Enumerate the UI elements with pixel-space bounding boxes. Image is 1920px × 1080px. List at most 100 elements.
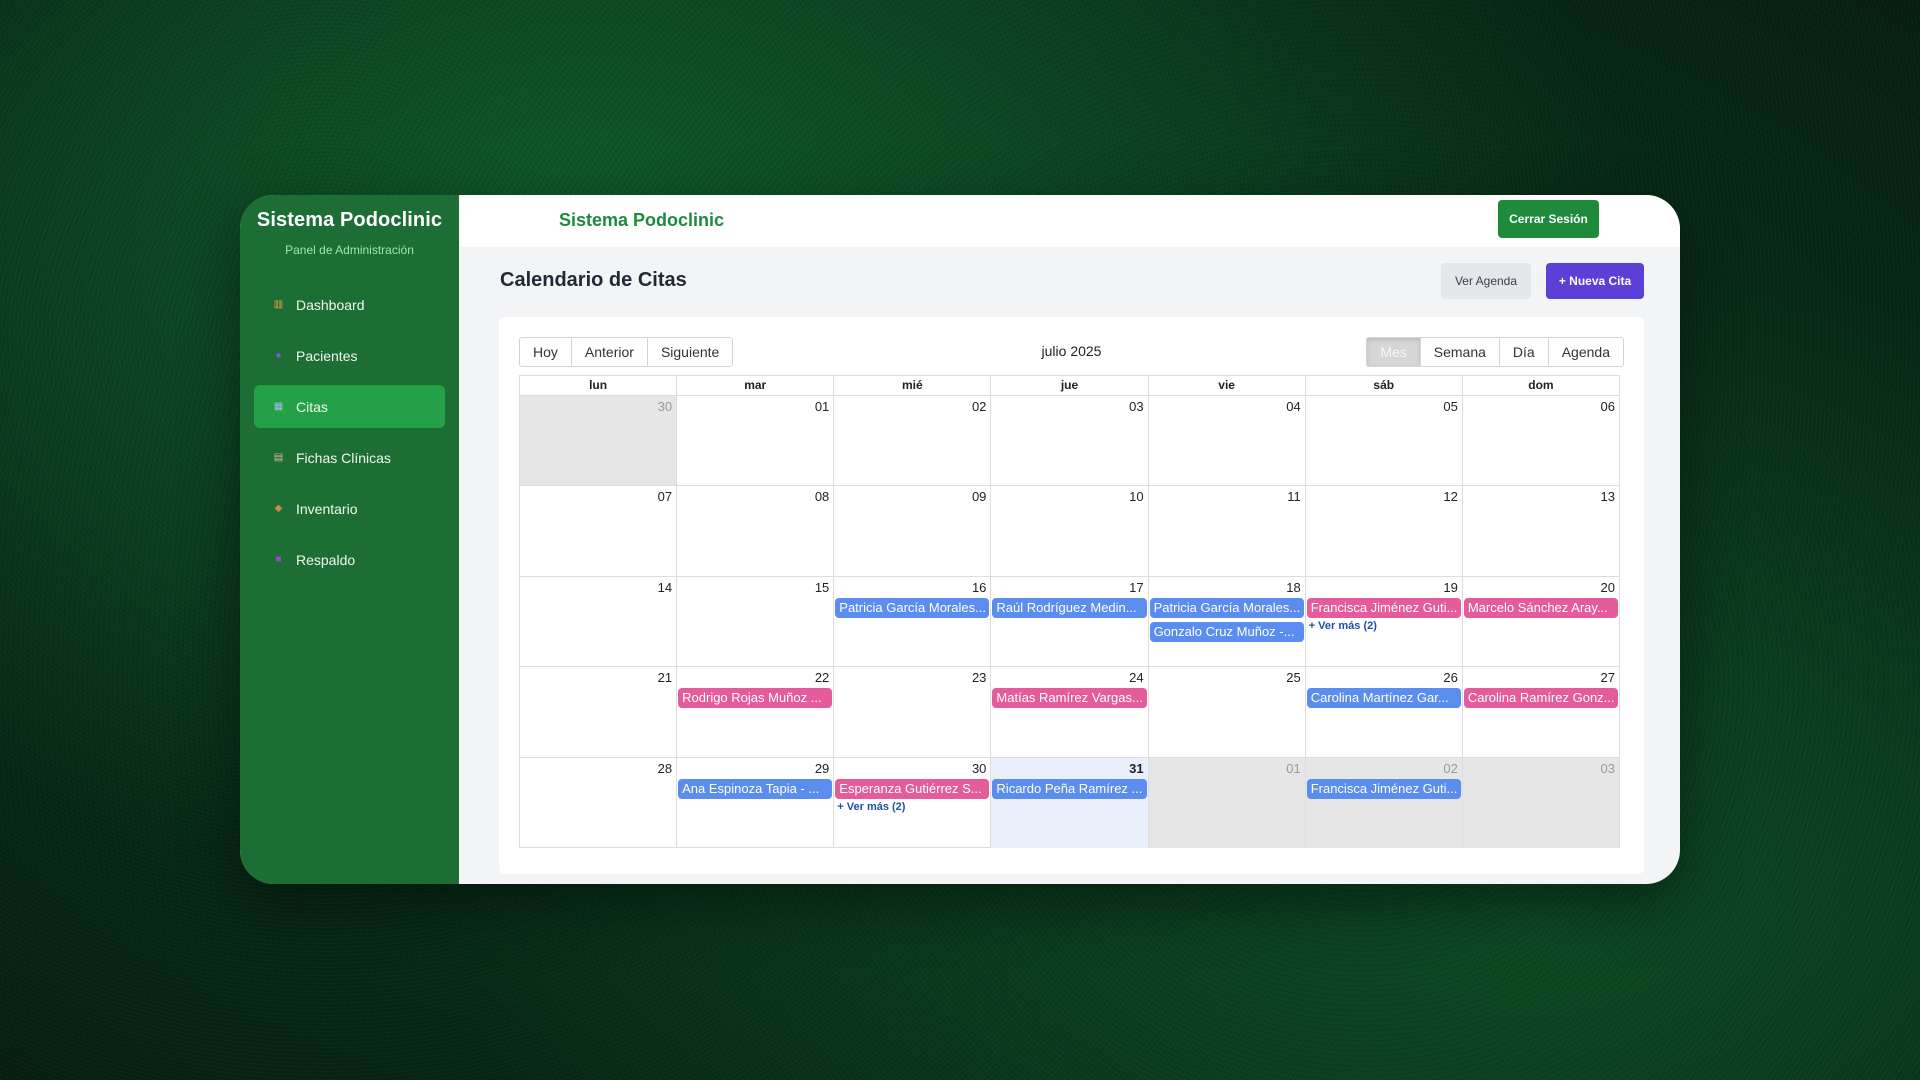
- day-cell[interactable]: 31 Ricardo Peña Ramírez ...: [990, 757, 1148, 848]
- day-cell[interactable]: 04: [1147, 396, 1305, 486]
- day-cell[interactable]: 02: [833, 396, 990, 486]
- appointment-event[interactable]: Francisca Jiménez Guti...: [1306, 778, 1461, 799]
- sidebar-item-inventario[interactable]: ◆ Inventario: [254, 487, 445, 530]
- day-number[interactable]: 27: [1601, 670, 1615, 685]
- day-number[interactable]: 14: [658, 580, 672, 595]
- day-cell[interactable]: 10: [990, 486, 1147, 576]
- day-cell[interactable]: 03: [1461, 757, 1619, 848]
- day-cell[interactable]: 13: [1461, 486, 1619, 576]
- next-button[interactable]: Siguiente: [646, 337, 734, 367]
- day-number[interactable]: 13: [1601, 489, 1615, 504]
- day-cell[interactable]: 28: [520, 758, 676, 848]
- today-button[interactable]: Hoy: [519, 337, 572, 367]
- day-cell[interactable]: 19 Francisca Jiménez Guti... + Ver más (2): [1304, 576, 1462, 667]
- day-cell[interactable]: 24 Matías Ramírez Vargas...: [990, 667, 1147, 757]
- view-button-agenda[interactable]: Agenda: [1547, 337, 1624, 367]
- day-cell[interactable]: 25: [1147, 667, 1305, 757]
- appointment-event[interactable]: Matías Ramírez Vargas...: [992, 688, 1147, 709]
- day-cell[interactable]: 02 Francisca Jiménez Guti...: [1304, 757, 1462, 848]
- day-cell[interactable]: 30: [520, 396, 677, 486]
- appointment-event[interactable]: Carolina Martínez Gar...: [1306, 688, 1461, 709]
- day-number[interactable]: 18: [1286, 580, 1300, 595]
- day-number[interactable]: 03: [1129, 399, 1143, 414]
- appointment-event[interactable]: Marcelo Sánchez Aray...: [1463, 597, 1618, 618]
- day-number[interactable]: 20: [1601, 580, 1615, 595]
- day-number[interactable]: 02: [972, 399, 986, 414]
- day-number[interactable]: 08: [815, 489, 829, 504]
- show-more-link[interactable]: + Ver más (2): [1307, 620, 1461, 632]
- day-cell[interactable]: 09: [833, 486, 990, 576]
- day-cell[interactable]: 30 Esperanza Gutiérrez S... + Ver más (2): [833, 757, 990, 848]
- day-number[interactable]: 28: [658, 761, 672, 776]
- day-number[interactable]: 09: [972, 489, 986, 504]
- day-number[interactable]: 22: [815, 670, 829, 685]
- day-cell[interactable]: 17 Raúl Rodríguez Medin...: [990, 576, 1147, 667]
- sidebar-item-respaldo[interactable]: ■ Respaldo: [254, 538, 445, 581]
- day-cell[interactable]: 01: [1147, 757, 1305, 848]
- appointment-event[interactable]: Ana Espinoza Tapia - ...: [678, 778, 833, 799]
- day-cell[interactable]: 29 Ana Espinoza Tapia - ...: [676, 757, 833, 848]
- logout-button[interactable]: Cerrar Sesión: [1498, 200, 1599, 238]
- day-cell[interactable]: 18 Patricia García Morales... Gonzalo Cruz…: [1147, 576, 1305, 667]
- appointment-event[interactable]: Patricia García Morales...: [1149, 597, 1304, 618]
- day-number[interactable]: 07: [658, 489, 672, 504]
- day-cell[interactable]: 27 Carolina Ramírez Gonz...: [1461, 667, 1619, 757]
- appointment-event[interactable]: Carolina Ramírez Gonz...: [1463, 688, 1618, 709]
- day-number[interactable]: 10: [1129, 489, 1143, 504]
- day-number[interactable]: 01: [815, 399, 829, 414]
- sidebar-item-pacientes[interactable]: ● Pacientes: [254, 334, 445, 377]
- day-cell[interactable]: 15: [676, 576, 833, 667]
- day-cell[interactable]: 12: [1304, 486, 1462, 576]
- day-number[interactable]: 11: [1287, 489, 1301, 504]
- appointment-event[interactable]: Francisca Jiménez Guti...: [1306, 597, 1461, 618]
- day-number[interactable]: 15: [815, 580, 829, 595]
- day-number[interactable]: 03: [1601, 761, 1615, 776]
- day-number[interactable]: 31: [1129, 761, 1143, 776]
- day-number[interactable]: 21: [658, 670, 672, 685]
- day-number[interactable]: 29: [815, 761, 829, 776]
- day-number[interactable]: 16: [972, 580, 986, 595]
- day-number[interactable]: 23: [972, 670, 986, 685]
- day-number[interactable]: 26: [1443, 670, 1457, 685]
- show-more-link[interactable]: + Ver más (2): [835, 801, 989, 813]
- day-number[interactable]: 06: [1601, 399, 1615, 414]
- appointment-event[interactable]: Ricardo Peña Ramírez ...: [992, 778, 1147, 799]
- day-cell[interactable]: 06: [1461, 396, 1619, 486]
- day-cell[interactable]: 11: [1147, 486, 1305, 576]
- sidebar-item-citas[interactable]: ▦ Citas: [254, 385, 445, 428]
- sidebar-item-fichas-clínicas[interactable]: ▤ Fichas Clínicas: [254, 436, 445, 479]
- day-cell[interactable]: 08: [676, 486, 833, 576]
- day-number[interactable]: 02: [1443, 761, 1457, 776]
- day-number[interactable]: 17: [1129, 580, 1143, 595]
- day-number[interactable]: 30: [658, 399, 672, 414]
- day-cell[interactable]: 20 Marcelo Sánchez Aray...: [1461, 576, 1619, 667]
- day-cell[interactable]: 23: [833, 667, 990, 757]
- day-cell[interactable]: 03: [990, 396, 1147, 486]
- view-button-week[interactable]: Semana: [1419, 337, 1500, 367]
- view-agenda-button[interactable]: Ver Agenda: [1441, 263, 1531, 299]
- view-button-day[interactable]: Día: [1498, 337, 1549, 367]
- day-number[interactable]: 19: [1443, 580, 1457, 595]
- day-cell[interactable]: 14: [520, 577, 676, 666]
- day-number[interactable]: 04: [1286, 399, 1300, 414]
- day-number[interactable]: 25: [1286, 670, 1300, 685]
- day-cell[interactable]: 07: [520, 486, 676, 575]
- day-number[interactable]: 24: [1129, 670, 1143, 685]
- day-number[interactable]: 30: [972, 761, 986, 776]
- day-cell[interactable]: 01: [676, 396, 833, 486]
- day-number[interactable]: 01: [1286, 761, 1300, 776]
- previous-button[interactable]: Anterior: [570, 337, 648, 367]
- day-cell[interactable]: 16 Patricia García Morales...: [833, 576, 990, 667]
- appointment-event[interactable]: Gonzalo Cruz Muñoz -...: [1149, 621, 1304, 642]
- appointment-event[interactable]: Patricia García Morales...: [835, 597, 990, 618]
- day-cell[interactable]: 26 Carolina Martínez Gar...: [1304, 667, 1462, 757]
- day-number[interactable]: 12: [1443, 489, 1457, 504]
- day-cell[interactable]: 22 Rodrigo Rojas Muñoz ...: [676, 667, 833, 757]
- new-appointment-button[interactable]: + Nueva Cita: [1546, 263, 1644, 299]
- day-cell[interactable]: 05: [1304, 396, 1462, 486]
- appointment-event[interactable]: Raúl Rodríguez Medin...: [992, 597, 1147, 618]
- view-button-month[interactable]: Mes: [1366, 337, 1421, 367]
- day-cell[interactable]: 21: [520, 667, 676, 756]
- appointment-event[interactable]: Rodrigo Rojas Muñoz ...: [678, 688, 833, 709]
- sidebar-item-dashboard[interactable]: ▥ Dashboard: [254, 283, 445, 326]
